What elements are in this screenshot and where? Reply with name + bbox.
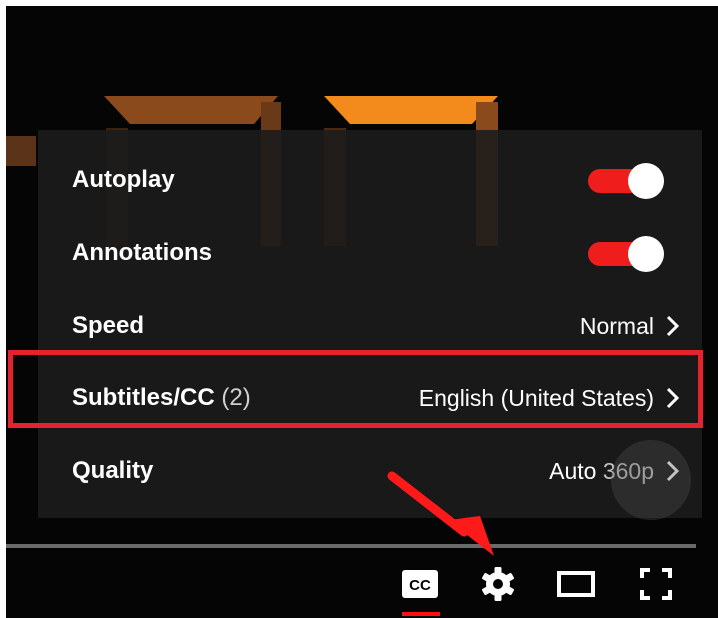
progress-bar[interactable] bbox=[6, 544, 696, 548]
player-controls: CC bbox=[6, 554, 718, 618]
fullscreen-icon[interactable] bbox=[636, 564, 676, 604]
menu-item-quality[interactable]: Quality Auto 360p bbox=[38, 441, 702, 501]
cc-active-indicator bbox=[402, 612, 440, 616]
speed-value: Normal bbox=[579, 313, 654, 339]
menu-item-annotations[interactable]: Annotations bbox=[38, 223, 702, 283]
video-player[interactable]: Autoplay Annotations Speed Normal Subtit… bbox=[6, 6, 718, 618]
menu-item-label: Quality bbox=[72, 457, 154, 484]
cc-icon-text: CC bbox=[409, 577, 431, 594]
chevron-right-icon bbox=[666, 315, 680, 337]
annotations-toggle[interactable] bbox=[588, 236, 668, 272]
subtitles-cc-icon[interactable]: CC bbox=[400, 564, 440, 604]
settings-menu: Autoplay Annotations Speed Normal Subtit… bbox=[38, 130, 702, 518]
settings-gear-icon[interactable] bbox=[478, 564, 518, 604]
highlight-box bbox=[8, 350, 703, 428]
menu-item-label: Annotations bbox=[72, 239, 212, 266]
menu-item-autoplay[interactable]: Autoplay bbox=[38, 150, 702, 210]
toggle-knob bbox=[628, 236, 664, 272]
menu-item-label: Autoplay bbox=[72, 166, 175, 193]
menu-item-label: Speed bbox=[72, 312, 145, 339]
toggle-knob bbox=[628, 163, 664, 199]
ripple-overlay bbox=[611, 440, 691, 520]
theater-mode-icon[interactable] bbox=[556, 564, 596, 604]
quality-mode: Auto bbox=[549, 458, 597, 484]
menu-item-speed[interactable]: Speed Normal bbox=[38, 296, 702, 356]
annotation-arrow bbox=[387, 471, 494, 556]
autoplay-toggle[interactable] bbox=[588, 163, 668, 199]
